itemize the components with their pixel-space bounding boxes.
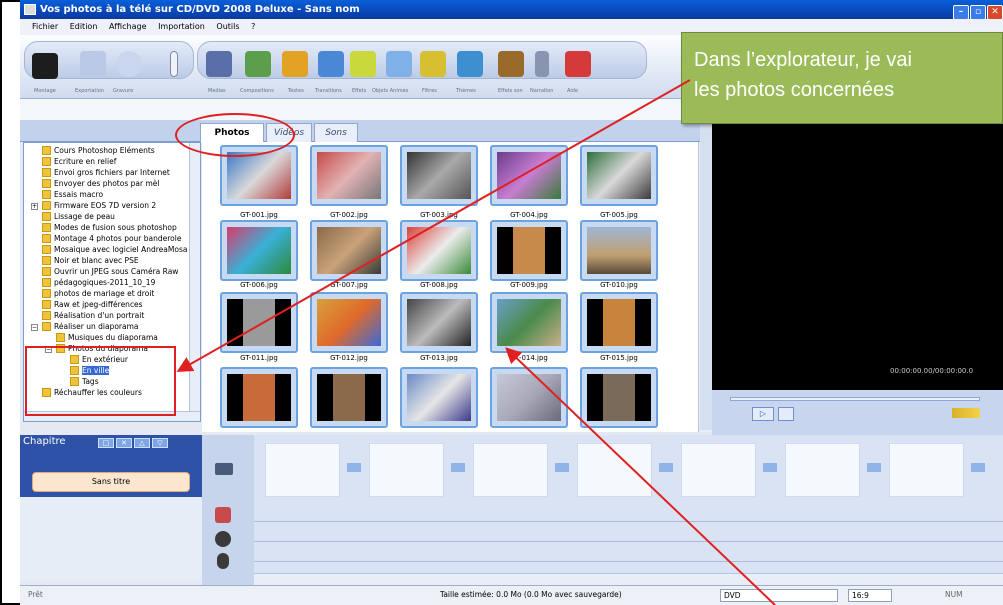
annotation-arrow-to-folder (176, 79, 691, 372)
annotation-arrows (176, 79, 776, 605)
annotation-arrow-to-photo (505, 347, 776, 605)
